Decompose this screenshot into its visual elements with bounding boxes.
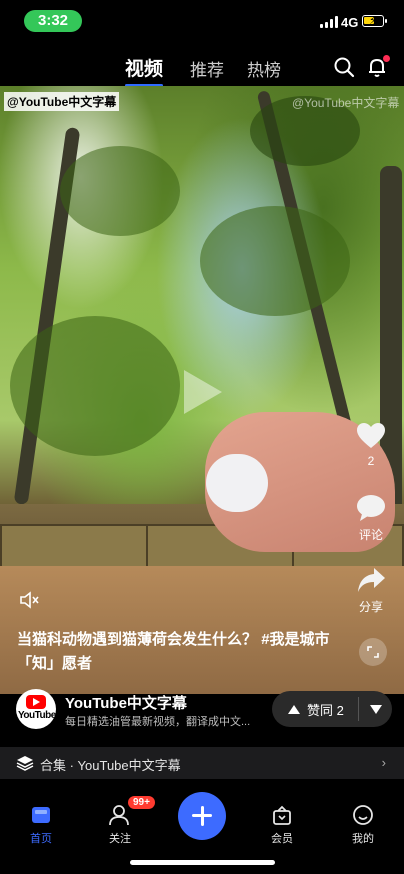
heart-icon xyxy=(356,422,386,450)
profile-smile-icon xyxy=(352,804,374,826)
comment-button[interactable]: 评论 xyxy=(354,494,388,543)
author-avatar[interactable]: YouTube xyxy=(16,689,56,729)
spray-bottle xyxy=(206,454,268,512)
home-icon xyxy=(30,804,52,826)
tab-recommend[interactable]: 推荐 xyxy=(190,56,224,81)
avatar-text: YouTube xyxy=(18,710,56,721)
chevron-right-icon: › xyxy=(381,755,386,770)
fullscreen-button[interactable] xyxy=(359,638,387,666)
vote-control: 赞同 2 xyxy=(272,691,392,727)
share-label: 分享 xyxy=(358,600,383,614)
follow-icon xyxy=(109,804,131,826)
home-indicator xyxy=(130,860,275,865)
downvote-icon xyxy=(369,704,382,714)
foliage xyxy=(10,316,180,456)
network-type: 4G xyxy=(341,15,359,30)
tab-label: 首页 xyxy=(30,833,52,845)
upvote-icon xyxy=(288,704,300,714)
author-row: YouTube YouTube中文字幕 每日精选油管最新视频，翻译成中文... … xyxy=(0,686,404,740)
play-icon[interactable] xyxy=(184,370,222,414)
membership-bag-icon xyxy=(271,804,293,826)
video-player[interactable]: @YouTube中文字幕 @YouTube中文字幕 2 评论 分享 当猫科动物遇… xyxy=(0,86,404,694)
caption-text: 当猫科动物遇到猫薄荷会发生什么？ xyxy=(17,631,258,648)
notification-dot xyxy=(383,55,390,62)
video-caption: 当猫科动物遇到猫薄荷会发生什么？ #我是城市「知」愿者 xyxy=(17,628,337,676)
video-watermark: @YouTube中文字幕 xyxy=(4,92,120,111)
create-button[interactable] xyxy=(178,792,226,840)
youtube-logo-icon xyxy=(26,695,46,709)
signal-icon xyxy=(320,16,338,28)
author-description: 每日精选油管最新视频，翻译成中文... xyxy=(65,716,251,728)
upvote-label: 赞同 2 xyxy=(307,702,344,718)
comment-label: 评论 xyxy=(358,528,383,542)
tab-profile[interactable]: 我的 xyxy=(333,804,393,846)
status-bar: 3:32 4G ⚡ xyxy=(0,0,404,44)
tab-follow[interactable]: 关注 xyxy=(90,804,150,846)
share-icon xyxy=(356,566,386,594)
tab-video[interactable]: 视频 xyxy=(125,54,164,87)
tab-home[interactable]: 首页 xyxy=(11,804,71,846)
downvote-button[interactable] xyxy=(359,704,392,714)
author-name[interactable]: YouTube中文字幕 xyxy=(65,692,187,713)
notification-bell-icon[interactable] xyxy=(366,55,390,78)
tab-label: 会员 xyxy=(271,833,293,845)
tab-label: 我的 xyxy=(352,833,374,845)
top-nav: 视频 推荐 热榜 xyxy=(0,52,404,87)
layers-icon xyxy=(16,755,34,771)
tab-label: 视频 xyxy=(125,59,164,80)
status-time: 3:32 xyxy=(24,10,82,32)
collection-bar[interactable]: 合集 · YouTube中文字幕 › xyxy=(0,747,404,779)
battery-icon: ⚡ xyxy=(362,15,387,27)
mute-icon[interactable] xyxy=(18,589,40,611)
search-icon[interactable] xyxy=(333,56,355,78)
tab-label: 关注 xyxy=(109,833,131,845)
plus-icon-vertical xyxy=(200,806,204,826)
collection-label: 合集 · YouTube中文字幕 xyxy=(40,758,181,773)
comment-icon xyxy=(356,494,386,522)
like-count: 2 xyxy=(367,454,375,468)
upvote-button[interactable]: 赞同 2 xyxy=(272,700,358,719)
tab-trending[interactable]: 热榜 xyxy=(247,56,281,81)
foliage xyxy=(60,146,180,236)
like-button[interactable]: 2 xyxy=(354,422,388,468)
fullscreen-icon xyxy=(367,646,379,658)
foliage xyxy=(200,206,350,316)
bottom-tab-bar: 首页 关注 99+ 会员 我的 xyxy=(0,792,404,852)
share-button[interactable]: 分享 xyxy=(354,566,388,615)
tab-membership[interactable]: 会员 xyxy=(252,804,312,846)
video-watermark-faint: @YouTube中文字幕 xyxy=(292,96,400,110)
follow-badge: 99+ xyxy=(128,796,155,809)
